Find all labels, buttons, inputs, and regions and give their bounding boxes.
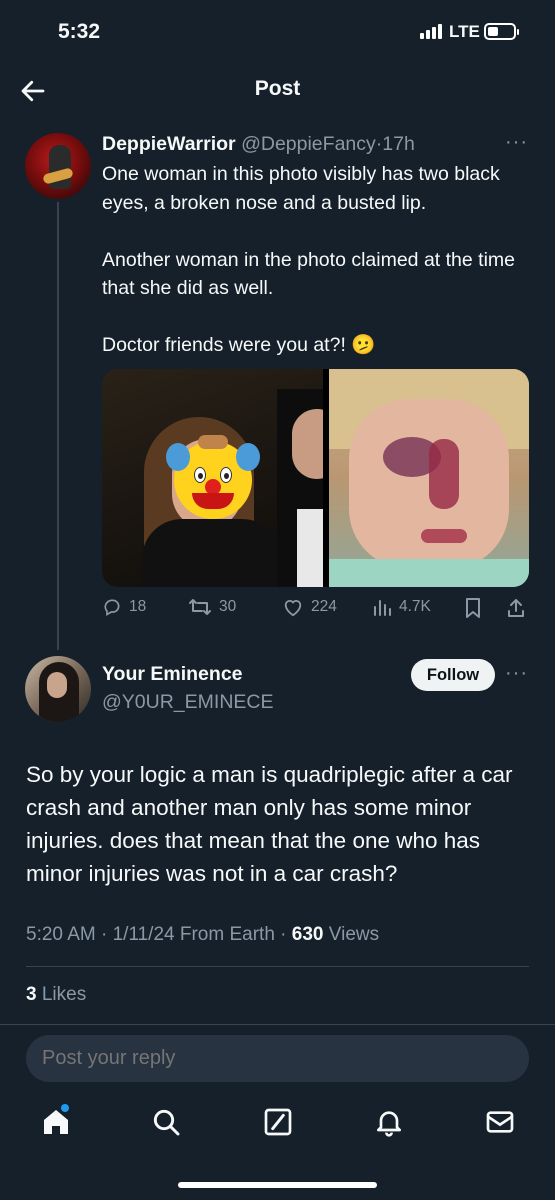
post-metadata: 5:20 AM · 1/11/24 From Earth · 630 Views — [26, 924, 380, 945]
share-button[interactable] — [506, 597, 526, 619]
share-icon — [508, 599, 524, 617]
clown-emoji-icon — [166, 435, 260, 519]
bookmark-button[interactable] — [464, 597, 482, 619]
avatar[interactable] — [25, 656, 91, 722]
battery-icon — [484, 23, 519, 40]
repost-button[interactable]: 30 — [188, 597, 236, 617]
reply-author-handle[interactable]: @Y0UR_EMINECE — [102, 691, 274, 714]
bottom-nav — [0, 1100, 555, 1150]
page-title: Post — [254, 77, 301, 100]
post-text: One woman in this photo visibly has two … — [102, 160, 542, 360]
likes-count: 3 — [26, 984, 37, 1005]
divider — [26, 966, 529, 967]
status-time: 5:32 — [58, 20, 101, 43]
post-media[interactable] — [102, 369, 529, 587]
post-date: 1/11/24 — [112, 924, 175, 945]
post-time: 17h — [382, 133, 415, 155]
notifications-bell-icon[interactable] — [373, 1106, 405, 1138]
views-button[interactable]: 4.7K — [372, 597, 431, 617]
repost-icon — [189, 599, 211, 615]
author-handle: @DeppieFancy — [241, 133, 376, 155]
post-paragraph: One woman in this photo visibly has two … — [102, 163, 500, 214]
reply-button[interactable]: 18 — [102, 597, 146, 617]
more-options-icon[interactable]: ··· — [505, 131, 528, 154]
messages-icon[interactable] — [484, 1106, 516, 1138]
status-bar: 5:32 LTE — [0, 0, 555, 60]
more-options-icon[interactable]: ··· — [505, 662, 528, 685]
views-chart-icon — [374, 600, 391, 616]
post-actions: 18 30 224 4.7K — [102, 597, 532, 625]
reply-icon — [104, 599, 120, 616]
like-button[interactable]: 224 — [282, 597, 337, 617]
post-source: From Earth — [179, 924, 275, 945]
post-author[interactable]: DeppieWarrior @DeppieFancy·17h — [102, 133, 415, 156]
post-paragraph: Doctor friends were you at?! 🫤 — [102, 334, 376, 356]
network-label: LTE — [449, 22, 480, 41]
heart-icon — [284, 600, 302, 617]
author-display-name: DeppieWarrior — [102, 133, 236, 155]
photo-couple[interactable] — [102, 369, 323, 587]
likes-summary[interactable]: 3 Likes — [26, 984, 86, 1006]
bookmark-icon — [466, 598, 480, 618]
reply-text: So by your logic a man is quadriplegic a… — [26, 762, 513, 886]
divider — [0, 1024, 555, 1025]
signal-icon — [420, 24, 442, 39]
thread-line — [57, 202, 59, 650]
reply-input[interactable] — [26, 1035, 529, 1082]
follow-button[interactable]: Follow — [411, 659, 495, 691]
top-bar: Post — [0, 62, 555, 118]
search-icon[interactable] — [150, 1106, 182, 1138]
reply-author-display-name[interactable]: Your Eminence — [102, 663, 243, 686]
home-indicator — [178, 1182, 377, 1188]
post-paragraph: Another woman in the photo claimed at th… — [102, 248, 515, 300]
post-time: 5:20 AM — [26, 924, 96, 945]
grok-icon[interactable] — [262, 1106, 294, 1138]
photo-injured-face[interactable] — [329, 369, 529, 587]
avatar[interactable] — [25, 133, 91, 199]
notification-dot — [61, 1104, 69, 1112]
views-count: 630 — [291, 924, 324, 945]
